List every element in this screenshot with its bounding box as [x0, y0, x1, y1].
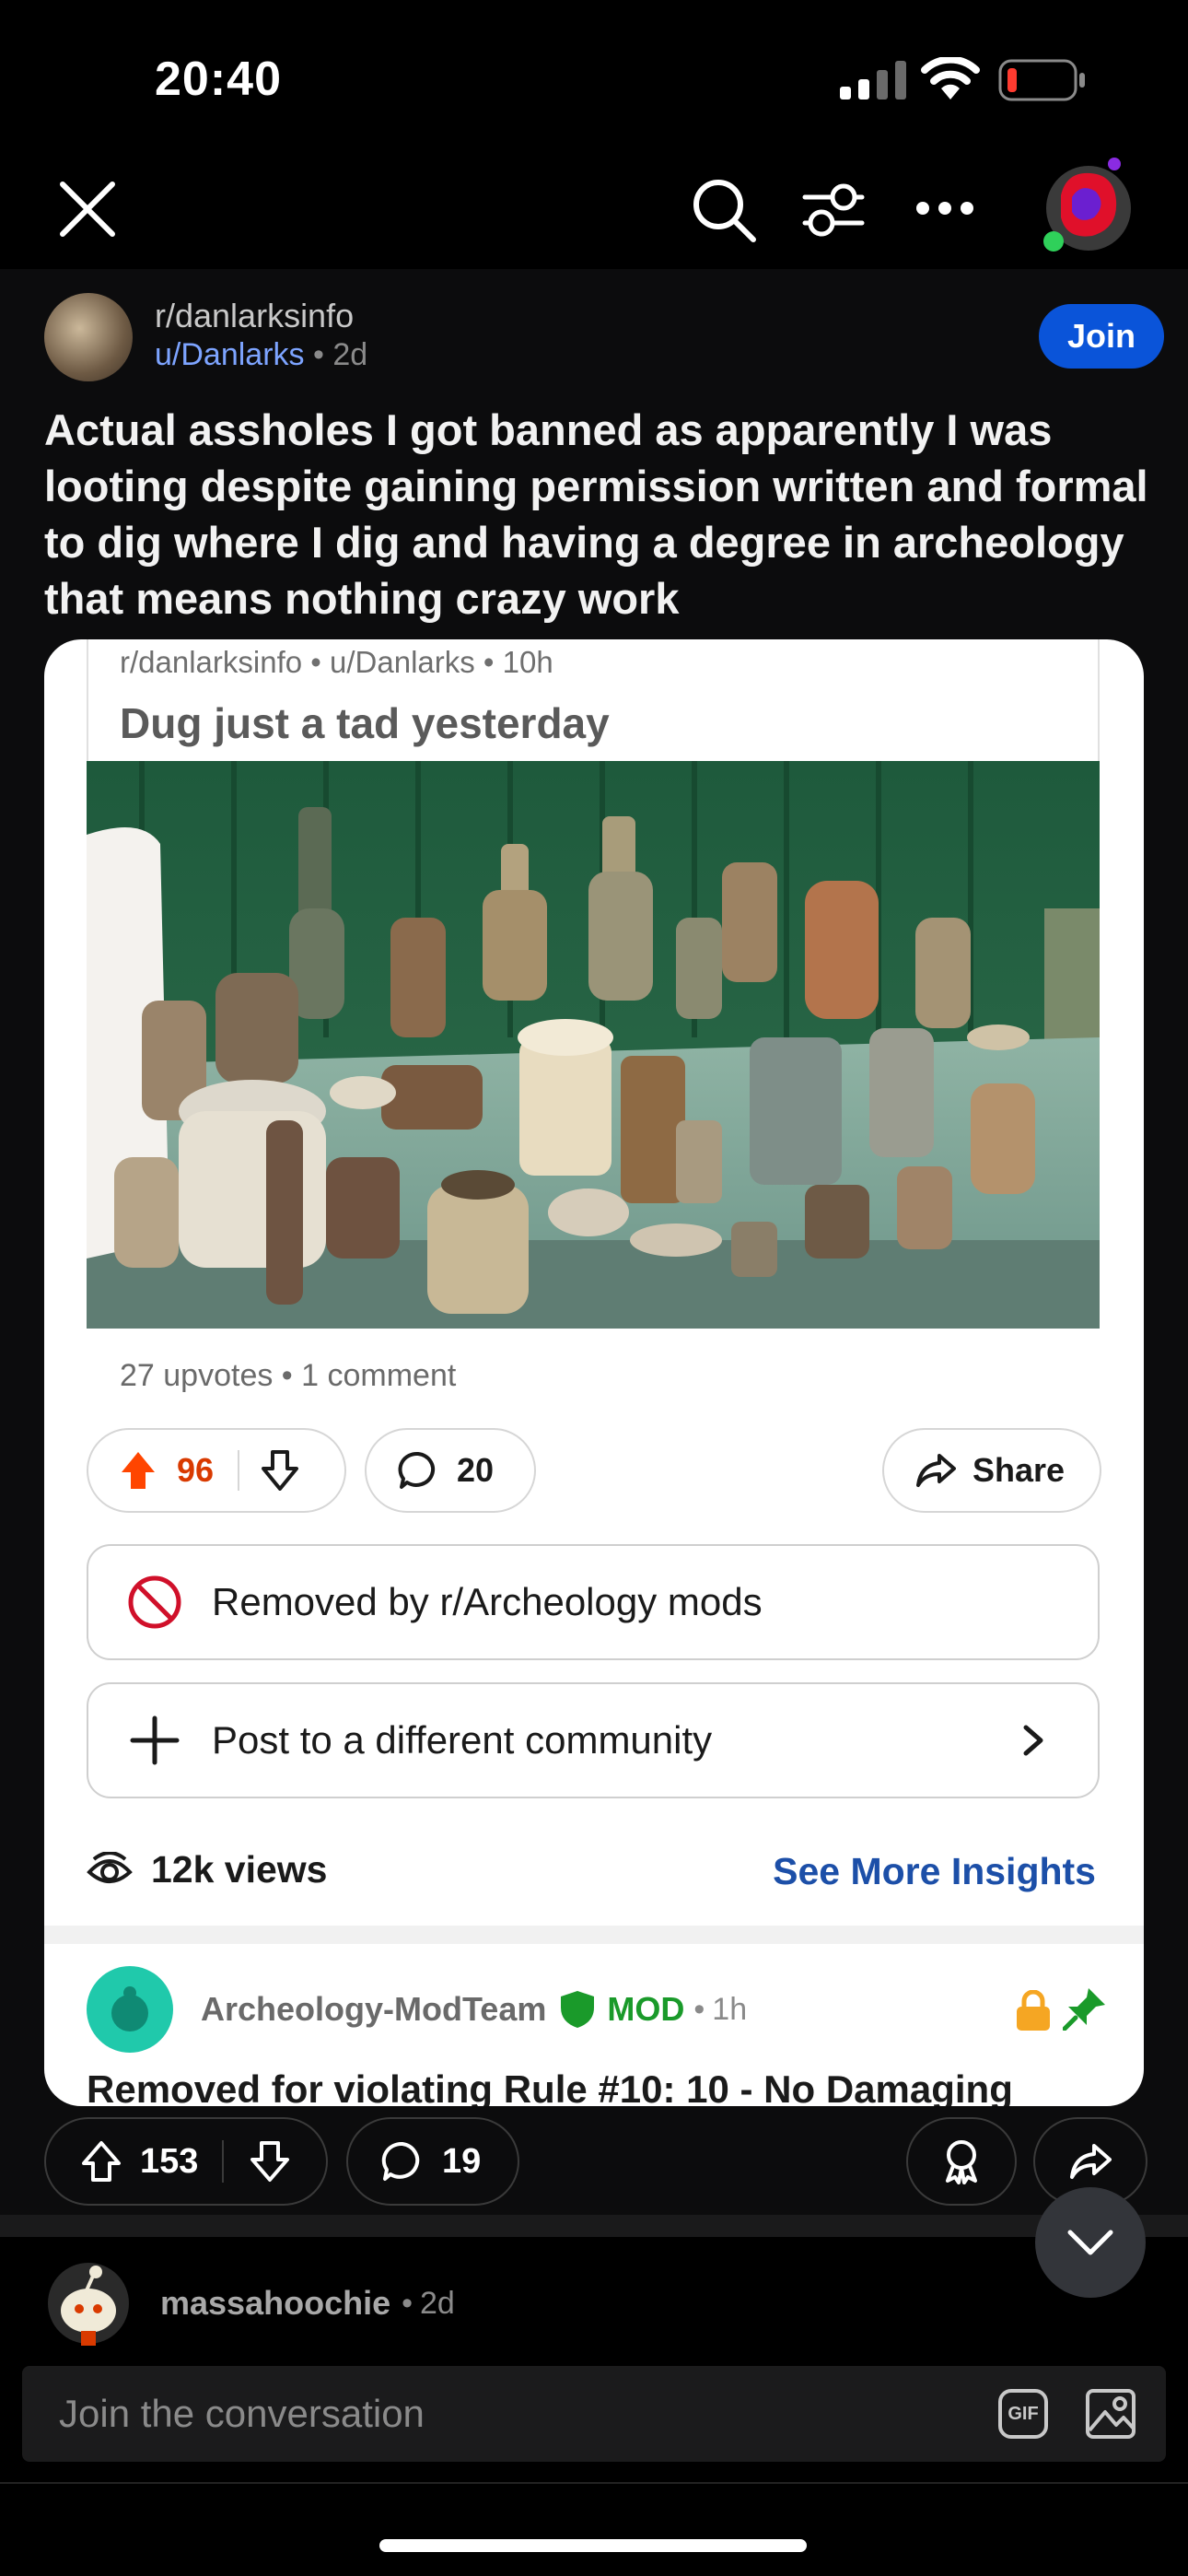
crosspost-author: u/Danlarks	[330, 645, 475, 679]
post-comment-count: 19	[442, 2141, 482, 2181]
upvote-icon[interactable]	[81, 2140, 122, 2183]
dot-separator: •	[312, 337, 333, 372]
dot-separator: •	[310, 645, 331, 679]
crosspost-subreddit: r/danlarksinfo	[120, 645, 303, 679]
views-icon	[87, 1851, 133, 1883]
crosspost-title: Dug just a tad yesterday	[120, 699, 610, 747]
mod-shield-icon	[561, 1991, 595, 2028]
comment-age: 2d	[420, 2285, 455, 2321]
subreddit-name[interactable]: r/danlarksinfo	[155, 297, 354, 335]
prohibited-icon	[128, 1575, 181, 1629]
chevron-right-icon	[1023, 1725, 1043, 1756]
mod-badge: MOD	[607, 1990, 685, 2028]
lock-icon	[1017, 1990, 1050, 2031]
removed-notice: Removed by r/Archeology mods	[87, 1544, 1100, 1660]
avatar[interactable]	[1039, 151, 1135, 254]
gif-label: GIF	[1007, 2403, 1039, 2424]
subreddit-avatar[interactable]	[44, 293, 133, 381]
author-link[interactable]: u/Danlarks	[155, 337, 305, 372]
crosspost-vote-pill: 96	[87, 1428, 346, 1513]
downvote-icon[interactable]	[262, 1450, 299, 1491]
image-icon[interactable]	[1085, 2388, 1136, 2440]
filter-icon[interactable]	[801, 181, 866, 240]
downvote-icon[interactable]	[250, 2140, 290, 2183]
post-title: Actual assholes I got banned as apparent…	[44, 405, 1148, 623]
crosspost-vote-count: 96	[177, 1451, 215, 1489]
see-more-insights-link[interactable]: See More Insights	[773, 1850, 1096, 1893]
home-indicator[interactable]	[379, 2539, 807, 2552]
award-button[interactable]	[906, 2117, 1017, 2206]
close-icon[interactable]	[59, 181, 116, 238]
comment-icon	[381, 2141, 420, 2181]
section-separator	[0, 2215, 1188, 2237]
mod-comment-header: Archeology-ModTeam MOD • 1h	[87, 1966, 747, 2053]
upvote-filled-icon[interactable]	[120, 1450, 157, 1491]
views-count: 12k views	[151, 1848, 328, 1891]
crosspost-comments-pill[interactable]: 20	[365, 1428, 536, 1513]
crosspost-stats: 27 upvotes • 1 comment	[120, 1358, 457, 1393]
search-icon[interactable]	[691, 177, 757, 243]
commenter-name[interactable]: massahoochie	[160, 2284, 390, 2323]
mod-comment-age: 1h	[712, 1991, 748, 2027]
crosspost-meta: r/danlarksinfo • u/Danlarks • 10h	[120, 645, 553, 680]
reply-placeholder: Join the conversation	[59, 2392, 425, 2435]
dot-separator: •	[693, 1991, 705, 2027]
share-icon	[1070, 2144, 1112, 2179]
mod-comment-text: Removed for violating Rule #10: 10 - No …	[87, 2067, 1013, 2106]
vote-divider	[238, 1450, 240, 1491]
vote-divider	[222, 2140, 225, 2183]
comment-icon	[398, 1451, 436, 1489]
post-age: 2d	[332, 337, 368, 372]
crosspost-age: 10h	[502, 645, 553, 679]
share-icon	[916, 1454, 956, 1487]
crosspost-comment-count: 20	[457, 1451, 495, 1489]
share-button[interactable]: Share	[882, 1428, 1101, 1513]
battery-icon	[998, 59, 1085, 101]
reply-input[interactable]: Join the conversation GIF	[22, 2366, 1166, 2462]
plus-icon	[130, 1715, 180, 1765]
dot-separator: •	[483, 645, 503, 679]
post-elsewhere-label: Post to a different community	[212, 1718, 713, 1762]
removed-label: Removed by r/Archeology mods	[212, 1580, 763, 1623]
pin-icon	[1063, 1988, 1105, 2031]
mod-author[interactable]: Archeology-ModTeam	[201, 1990, 546, 2029]
post-vote-count: 153	[140, 2141, 199, 2181]
chevron-down-icon	[1067, 2230, 1113, 2255]
views-row: 12k views	[87, 1848, 328, 1891]
join-button[interactable]: Join	[1039, 304, 1164, 369]
dot-separator: •	[402, 2285, 413, 2321]
comment-preview[interactable]: massahoochie • 2d	[44, 2259, 455, 2348]
share-label: Share	[973, 1451, 1066, 1489]
snoo-icon	[111, 1986, 148, 2032]
post-comments-pill[interactable]: 19	[346, 2117, 519, 2206]
scroll-down-button[interactable]	[1035, 2187, 1146, 2298]
more-icon[interactable]	[915, 201, 974, 216]
signal-icon	[840, 61, 906, 100]
author-line: u/Danlarks • 2d	[155, 337, 367, 373]
crosspost-card[interactable]: r/danlarksinfo • u/Danlarks • 10h Dug ju…	[44, 639, 1144, 2106]
mod-avatar[interactable]	[87, 1966, 173, 2053]
award-icon	[946, 2140, 977, 2184]
wifi-icon	[921, 57, 980, 100]
status-time: 20:40	[155, 53, 282, 106]
bottom-divider	[0, 2482, 1188, 2484]
post-vote-pill: 153	[44, 2117, 328, 2206]
post-elsewhere-button[interactable]: Post to a different community	[87, 1682, 1100, 1798]
post-image[interactable]	[87, 761, 1100, 1329]
gif-button[interactable]: GIF	[998, 2389, 1048, 2439]
divider	[44, 1926, 1144, 1944]
commenter-avatar[interactable]	[44, 2259, 133, 2348]
